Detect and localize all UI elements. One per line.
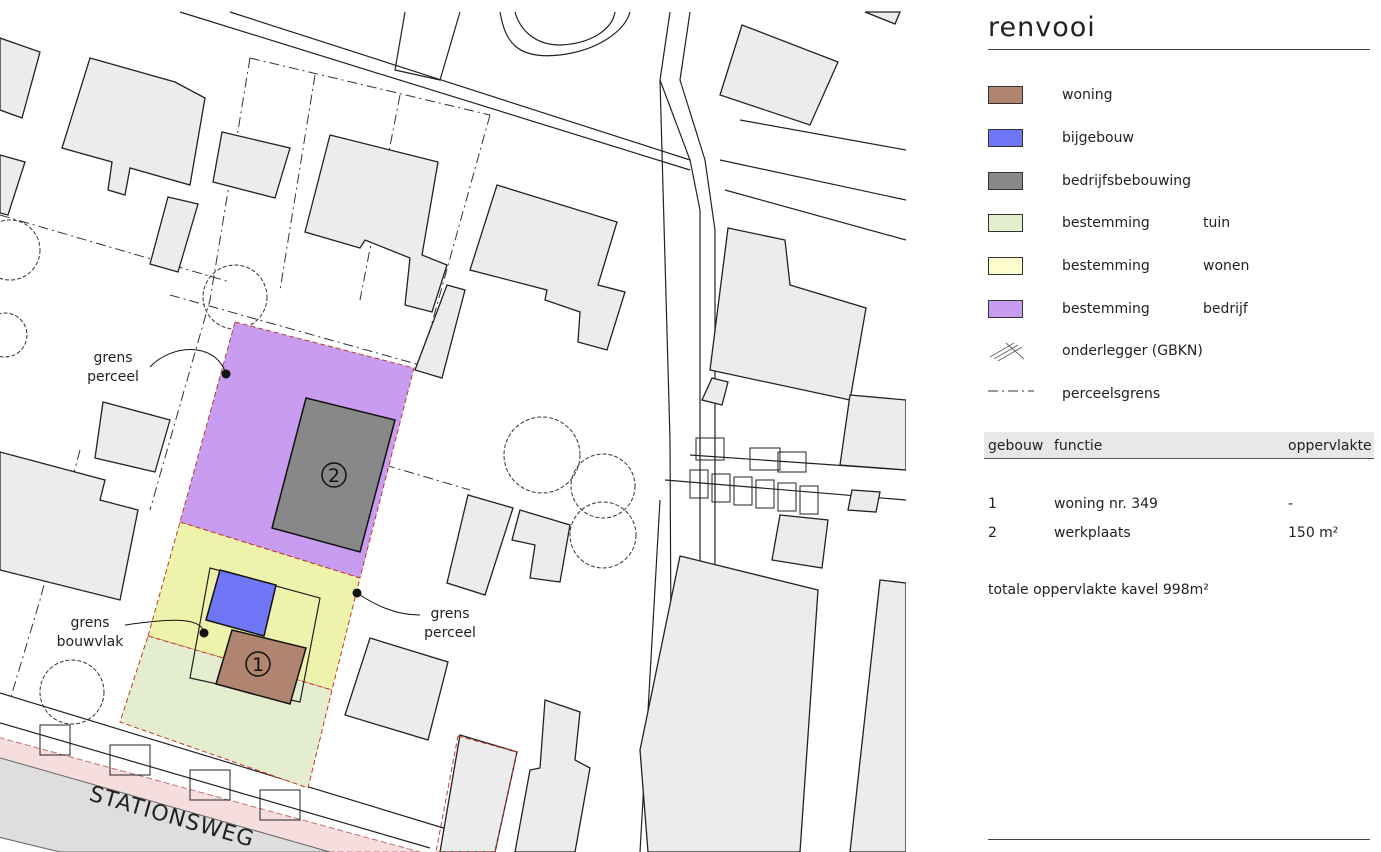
legend-panel: renvooi woning bijgebouw bedrijfsbebouwi… [984,0,1374,852]
legend-label-bijgebouw: bijgebouw [1062,130,1134,146]
table-header: gebouw functie oppervlakte [984,432,1374,459]
legend-title-divider [988,49,1370,50]
swatch-wonen [988,257,1023,275]
cell-oppervlakte: - [1288,496,1294,512]
hatch-lines-icon [989,342,1025,362]
annotation-grens-bouwvlak-line1: grens [70,615,109,631]
marker-grens-perceel-left [221,369,231,379]
site-plan-map: STATIONSWEG 2 1 grens perceel grens bouw… [0,0,906,852]
legend-item-wonen: bestemming wonen [988,256,1370,278]
legend-label-woning: woning [1062,87,1113,103]
cell-oppervlakte: 150 m² [1288,525,1339,541]
annotation-grens-perceel-right-line2: perceel [424,625,476,641]
legend-item-bijgebouw: bijgebouw [988,128,1370,150]
marker-grens-perceel-right [352,588,362,598]
legend-item-tuin: bestemming tuin [988,213,1370,235]
legend-label-bedrijfsbebouwing: bedrijfsbebouwing [1062,173,1192,189]
legend-label-tuin: bestemming [1062,215,1150,231]
cell-functie: werkplaats [1054,525,1131,541]
swatch-tuin [988,214,1023,232]
legend-title: renvooi [988,12,1096,43]
annotation-grens-bouwvlak-line2: bouwvlak [57,634,125,650]
svg-text:1: 1 [252,654,264,676]
legend-item-perceelsgrens: perceelsgrens [988,384,1370,406]
dash-dot-line-icon [988,390,1034,392]
cell-functie: woning nr. 349 [1054,496,1158,512]
cell-gebouw: 1 [988,496,997,512]
swatch-woning [988,86,1023,104]
marker-grens-bouwvlak [199,628,209,638]
legend-label-onderlegger: onderlegger (GBKN) [1062,343,1203,359]
header-oppervlakte: oppervlakte [1288,438,1372,454]
legend-item-onderlegger: onderlegger (GBKN) [988,341,1370,363]
legend-label-wonen: bestemming [1062,258,1150,274]
legend-label-perceelsgrens: perceelsgrens [1062,386,1161,402]
legend-label-bedrijf: bestemming [1062,301,1150,317]
total-area: totale oppervlakte kavel 998m² [988,582,1209,598]
table-row: 1 woning nr. 349 - [988,496,1370,516]
annotation-grens-perceel-left-line1: grens [93,350,132,366]
header-gebouw: gebouw [988,438,1044,454]
swatch-bedrijf [988,300,1023,318]
site-plan-svg: STATIONSWEG 2 1 grens perceel grens bouw… [0,0,906,852]
legend-bottom-divider [988,839,1370,840]
legend-sub-wonen: wonen [1203,258,1250,274]
annotation-grens-perceel-right-line1: grens [430,606,469,622]
legend-item-woning: woning [988,85,1370,107]
svg-text:2: 2 [328,465,340,487]
cell-gebouw: 2 [988,525,997,541]
table-row: 2 werkplaats 150 m² [988,525,1370,545]
legend-item-bedrijfsbebouwing: bedrijfsbebouwing [988,171,1370,193]
legend-item-bedrijf: bestemming bedrijf [988,299,1370,321]
annotation-grens-perceel-left-line2: perceel [87,369,139,385]
swatch-bedrijfsbebouwing [988,172,1023,190]
header-functie: functie [1054,438,1103,454]
legend-sub-tuin: tuin [1203,215,1231,231]
swatch-bijgebouw [988,129,1023,147]
legend-sub-bedrijf: bedrijf [1203,301,1248,317]
